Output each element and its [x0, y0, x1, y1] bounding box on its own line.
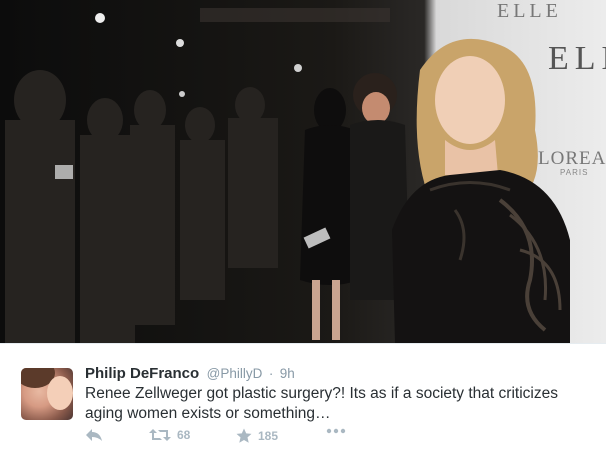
backdrop-logo-top: ELLE: [497, 0, 562, 22]
tweet-header: Philip DeFranco @PhillyD · 9h: [85, 365, 295, 383]
backdrop-sponsor: LOREAL: [538, 148, 606, 169]
tweet-photo[interactable]: ELLE ELLE LOREAL PARIS: [0, 0, 606, 343]
backdrop-logo-main: ELLE: [548, 40, 606, 77]
photo-scene: [5, 8, 570, 343]
favorite-button[interactable]: 185: [236, 428, 278, 444]
timestamp-link[interactable]: 9h: [280, 366, 295, 381]
favorite-count: 185: [258, 429, 279, 443]
retweet-count: 68: [177, 428, 191, 442]
backdrop-sponsor-sub: PARIS: [560, 168, 589, 177]
separator-dot: ·: [268, 366, 274, 381]
tweet-text: Renee Zellweger got plastic surgery?! It…: [85, 385, 558, 422]
star-icon: [236, 428, 252, 443]
more-icon: [326, 428, 346, 434]
tweet-card: ELLE ELLE LOREAL PARIS Philip DeFranco @…: [0, 0, 606, 469]
avatar-baby-face: [47, 376, 73, 410]
reply-icon: [86, 429, 102, 441]
reply-button[interactable]: [85, 428, 103, 442]
retweet-icon: [149, 429, 171, 441]
more-button[interactable]: [326, 428, 346, 434]
avatar[interactable]: [21, 368, 73, 420]
author-handle[interactable]: @PhillyD: [207, 366, 263, 381]
retweet-button[interactable]: 68: [149, 428, 190, 442]
author-name[interactable]: Philip DeFranco: [85, 365, 199, 382]
